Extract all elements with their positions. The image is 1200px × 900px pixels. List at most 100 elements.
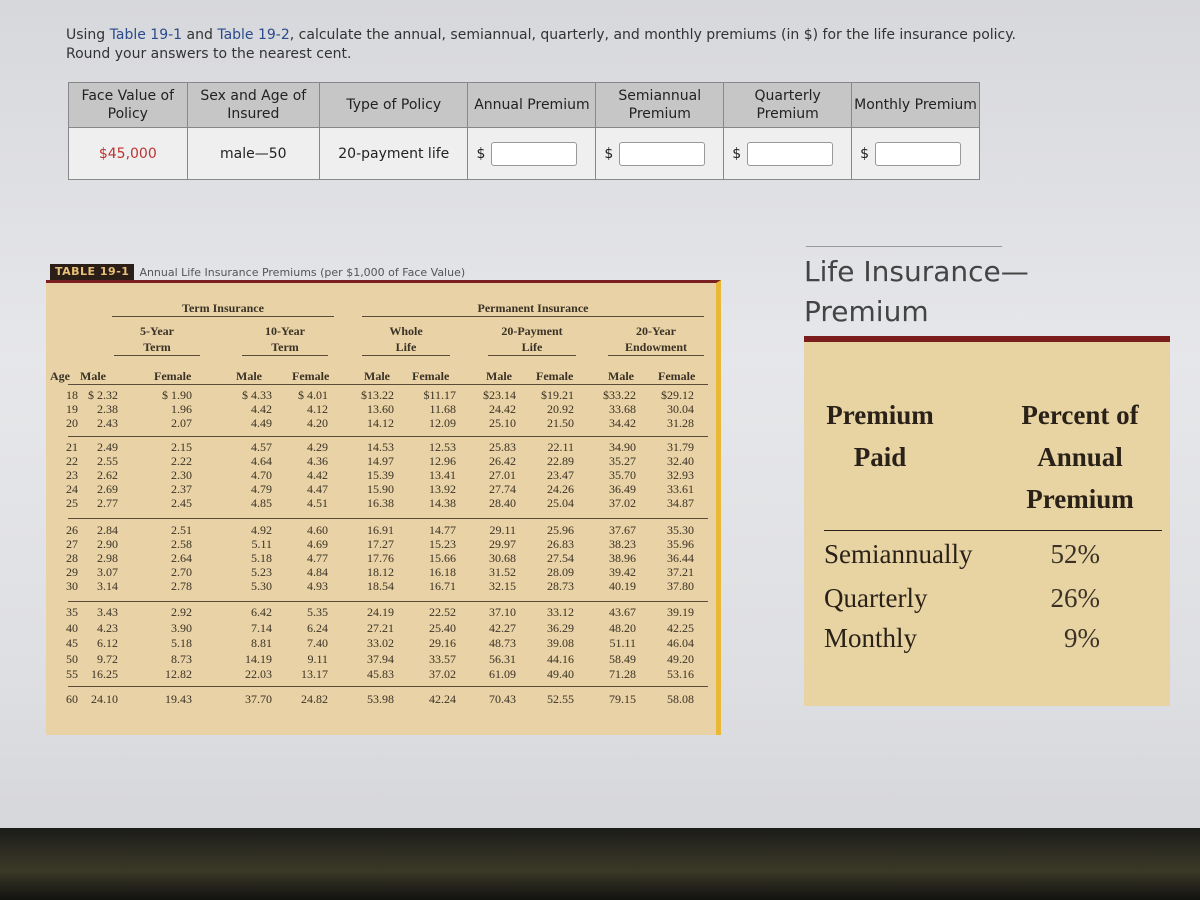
premium-cell: $ 4.33: [242, 388, 272, 402]
premium-cell: $13.22: [361, 388, 394, 402]
premium-cell: 4.29: [307, 440, 328, 454]
premium-cell: 30.68: [489, 551, 516, 565]
premium-cell: 5.30: [251, 579, 272, 593]
premium-cell: 2.43: [97, 416, 118, 430]
premium-cell: 30.04: [667, 402, 694, 416]
premium-cell: 45.83: [367, 667, 394, 681]
subheader-line: 20-Payment: [501, 324, 563, 338]
premium-cell: 7.14: [251, 620, 272, 635]
premium-cell: 5.18: [251, 551, 272, 565]
premium-cell: 6.42: [251, 605, 272, 619]
subheader-line: Endowment: [624, 340, 687, 354]
subheader-20-payment-life: 20-Payment Life: [488, 323, 576, 356]
premium-cell: 71.28: [609, 667, 636, 681]
table-row: 28 2.98 2.64 5.18 4.77 17.76 15.66 30.68 27.54 38…: [46, 551, 716, 565]
premium-cell: 35.70: [609, 468, 636, 482]
premium-cell: 12.82: [165, 667, 192, 681]
premium-cell: 28.40: [489, 496, 516, 510]
instruction-text: and: [182, 27, 218, 43]
premium-cell: 17.27: [367, 537, 394, 551]
table-19-1-link[interactable]: Table 19-1: [110, 27, 182, 43]
table-19-2-link[interactable]: Table 19-2: [217, 27, 289, 43]
premium-cell: 9.72: [97, 651, 118, 666]
annual-premium-input[interactable]: [491, 141, 578, 166]
premium-cell: 13.60: [367, 402, 394, 416]
table-row: 21 2.49 2.15 4.57 4.29 14.53 12.53 25.83 22.11 34…: [46, 440, 716, 454]
premium-cell: 4.69: [307, 537, 328, 551]
row-group: 35 3.43 2.92 6.42 5.35 24.19 22.52 37.10 33.12 43…: [46, 605, 716, 683]
premium-cell: 34.87: [667, 496, 694, 510]
premium-cell: 2.98: [97, 551, 118, 565]
header-premium-paid: Premium Paid: [824, 394, 936, 478]
group-rule: [68, 518, 708, 519]
subheader-line: Whole: [389, 324, 423, 338]
table-19-1-caption: TABLE 19-1 Annual Life Insurance Premium…: [50, 264, 465, 280]
premium-cell: 49.20: [667, 651, 694, 666]
header-line: Paid: [853, 442, 907, 472]
table-row: 26 2.84 2.51 4.92 4.60 16.91 14.77 29.11 25.96 37…: [46, 523, 716, 537]
premium-cell: 37.10: [489, 605, 516, 619]
col-header-male: Male: [608, 369, 634, 383]
row-group: 21 2.49 2.15 4.57 4.29 14.53 12.53 25.83 22.11 34…: [46, 440, 716, 510]
premium-cell: 24.10: [91, 692, 118, 706]
premium-cell: 42.25: [667, 620, 694, 635]
header-line: Annual: [1037, 442, 1123, 472]
premium-cell: 4.92: [251, 523, 272, 537]
premium-cell: 37.02: [609, 496, 636, 510]
header-line: Percent of: [1021, 400, 1139, 430]
premium-cell: 27.01: [489, 468, 516, 482]
premium-cell: 2.37: [171, 482, 192, 496]
premium-cell: $ 4.01: [298, 388, 328, 402]
instruction-text: Using: [66, 27, 110, 43]
premium-cell: 27.21: [367, 620, 394, 635]
premium-cell: 2.78: [171, 579, 192, 593]
premium-cell: 44.16: [547, 651, 574, 666]
premium-cell: 8.73: [171, 651, 192, 666]
premium-cell: 4.12: [307, 402, 328, 416]
premium-cell: 6.12: [97, 636, 118, 650]
table-row: 35 3.43 2.92 6.42 5.35 24.19 22.52 37.10 33.12 43…: [46, 605, 716, 621]
semiannual-premium-input[interactable]: [619, 141, 706, 166]
premium-cell: 33.61: [667, 482, 694, 496]
premium-cell: 18.54: [367, 579, 394, 593]
table-row: 40 4.23 3.90 7.14 6.24 27.21 25.40 42.27 36.29 48…: [46, 621, 716, 637]
premium-cell: 46.04: [667, 636, 694, 650]
premium-cell: 38.23: [609, 537, 636, 551]
premium-cell: 28.73: [547, 579, 574, 593]
quarterly-premium-input[interactable]: [747, 141, 834, 166]
premium-cell: 16.18: [429, 565, 456, 579]
answer-table-row: $45,000 male—50 20-payment life $ $ $ $: [68, 127, 980, 180]
premium-cell: 27.54: [547, 551, 574, 565]
table-row: 25 2.77 2.45 4.85 4.51 16.38 14.38 28.40 25.04 37…: [46, 496, 716, 510]
col-header-age: Age: [50, 369, 70, 383]
premium-cell: 3.14: [97, 579, 118, 593]
instruction-line-1: Using Table 19-1 and Table 19-2, calcula…: [66, 26, 1146, 45]
premium-cell: 4.36: [307, 454, 328, 468]
table-19-2: Premium Paid Percent of Annual Premium S…: [804, 336, 1170, 706]
premium-cell: 33.68: [609, 402, 636, 416]
premium-cell: 13.17: [301, 667, 328, 681]
premium-cell: $23.14: [483, 388, 516, 402]
premium-cell: 2.55: [97, 454, 118, 468]
premium-cell: 39.19: [667, 605, 694, 619]
premium-cell: 2.58: [171, 537, 192, 551]
premium-cell: 28.09: [547, 565, 574, 579]
premium-cell: 29.16: [429, 636, 456, 650]
table-badge: TABLE 19-1: [50, 264, 135, 280]
premium-cell: 42.24: [429, 692, 456, 706]
premium-cell: 4.23: [97, 620, 118, 635]
table-caption: Annual Life Insurance Premiums (per $1,0…: [139, 265, 466, 279]
premium-cell: 5.11: [251, 537, 272, 551]
subheader-10-year-term: 10-Year Term: [242, 323, 328, 356]
premium-cell: 2.49: [97, 440, 118, 454]
premium-cell: 2.45: [171, 496, 192, 510]
header-quarterly: Quarterly Premium: [723, 81, 853, 129]
premium-cell: 37.80: [667, 579, 694, 593]
premium-cell: 33.02: [367, 636, 394, 650]
premium-cell: 48.73: [489, 636, 516, 650]
premium-cell: 53.16: [667, 667, 694, 681]
factor-value-monthly: 9%: [1064, 623, 1100, 653]
monthly-premium-input[interactable]: [875, 141, 962, 166]
col-header-male: Male: [364, 369, 390, 383]
premium-cell: 35.27: [609, 454, 636, 468]
